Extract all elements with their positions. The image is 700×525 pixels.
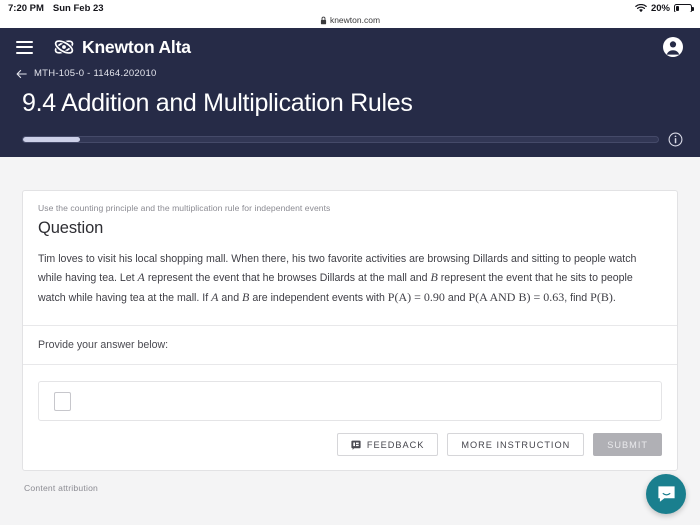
- answer-input[interactable]: [38, 381, 662, 422]
- hamburger-bar: [16, 40, 33, 43]
- account-avatar-icon[interactable]: [662, 36, 684, 58]
- submit-button: SUBMIT: [593, 433, 662, 457]
- feedback-button[interactable]: FEEDBACK: [336, 433, 439, 457]
- question-segment: .: [612, 291, 616, 304]
- intercom-chat-smile-icon: [657, 485, 675, 502]
- provide-answer-label: Provide your answer below:: [38, 339, 169, 352]
- info-circle-icon[interactable]: [668, 132, 683, 147]
- app-top-bar: Knewton Alta: [0, 28, 700, 66]
- question-card-body: Use the counting principle and the multi…: [23, 191, 677, 325]
- knewton-atom-logo-icon: [53, 39, 75, 55]
- math-equation-pab: P(A AND B) = 0.63: [468, 289, 565, 304]
- more-instruction-button-label: MORE INSTRUCTION: [461, 439, 571, 450]
- question-segment: and: [444, 291, 469, 304]
- hamburger-bar: [16, 51, 33, 54]
- submit-button-label: SUBMIT: [607, 439, 648, 450]
- browser-url-bar[interactable]: knewton.com: [0, 12, 700, 28]
- brand-logo-group[interactable]: Knewton Alta: [53, 37, 191, 58]
- math-input-placeholder-box: [54, 391, 71, 411]
- app-header: Knewton Alta MTH-105-0 - 11464.202010 9.…: [0, 28, 700, 157]
- question-heading: Question: [38, 219, 104, 238]
- question-text: Tim loves to visit his local shopping ma…: [38, 251, 662, 321]
- screen-root: 7:20 PM Sun Feb 23 20% knewton.com Knewt…: [0, 0, 700, 525]
- page-title: 9.4 Addition and Multiplication Rules: [22, 89, 413, 117]
- brand-name: Knewton Alta: [82, 36, 191, 57]
- progress-bar-fill: [23, 137, 81, 142]
- breadcrumb[interactable]: MTH-105-0 - 11464.202010: [0, 68, 173, 79]
- breadcrumb-label: MTH-105-0 - 11464.202010: [34, 68, 157, 79]
- math-var-b: B: [430, 270, 438, 285]
- progress-bar[interactable]: [22, 136, 659, 143]
- action-buttons: FEEDBACK MORE INSTRUCTION SUBMIT: [23, 433, 677, 470]
- battery-fill: [676, 5, 680, 11]
- content-attribution-link[interactable]: Content attribution: [24, 483, 98, 493]
- more-instruction-button[interactable]: MORE INSTRUCTION: [447, 433, 585, 457]
- question-segment: , find: [564, 291, 591, 304]
- math-var-a: A: [137, 270, 145, 285]
- hamburger-menu-icon[interactable]: [16, 40, 33, 54]
- question-card: Use the counting principle and the multi…: [22, 190, 678, 472]
- math-equation-pb: P(B): [590, 289, 613, 304]
- answer-zone: [23, 365, 677, 433]
- learning-objective: Use the counting principle and the multi…: [38, 203, 331, 213]
- lock-icon: [320, 16, 327, 24]
- chat-launcher-button[interactable]: [646, 474, 686, 514]
- url-text: knewton.com: [329, 15, 381, 25]
- back-arrow-icon: [16, 69, 27, 78]
- math-equation-pa: P(A) = 0.90: [387, 289, 445, 304]
- question-segment: represent the event that he browses Dill…: [144, 272, 431, 285]
- question-segment: and: [218, 291, 243, 304]
- hamburger-bar: [16, 46, 33, 48]
- feedback-flag-icon: [351, 440, 361, 450]
- question-segment: are independent events with: [249, 291, 388, 304]
- feedback-button-label: FEEDBACK: [366, 439, 425, 450]
- progress-row: [0, 132, 700, 147]
